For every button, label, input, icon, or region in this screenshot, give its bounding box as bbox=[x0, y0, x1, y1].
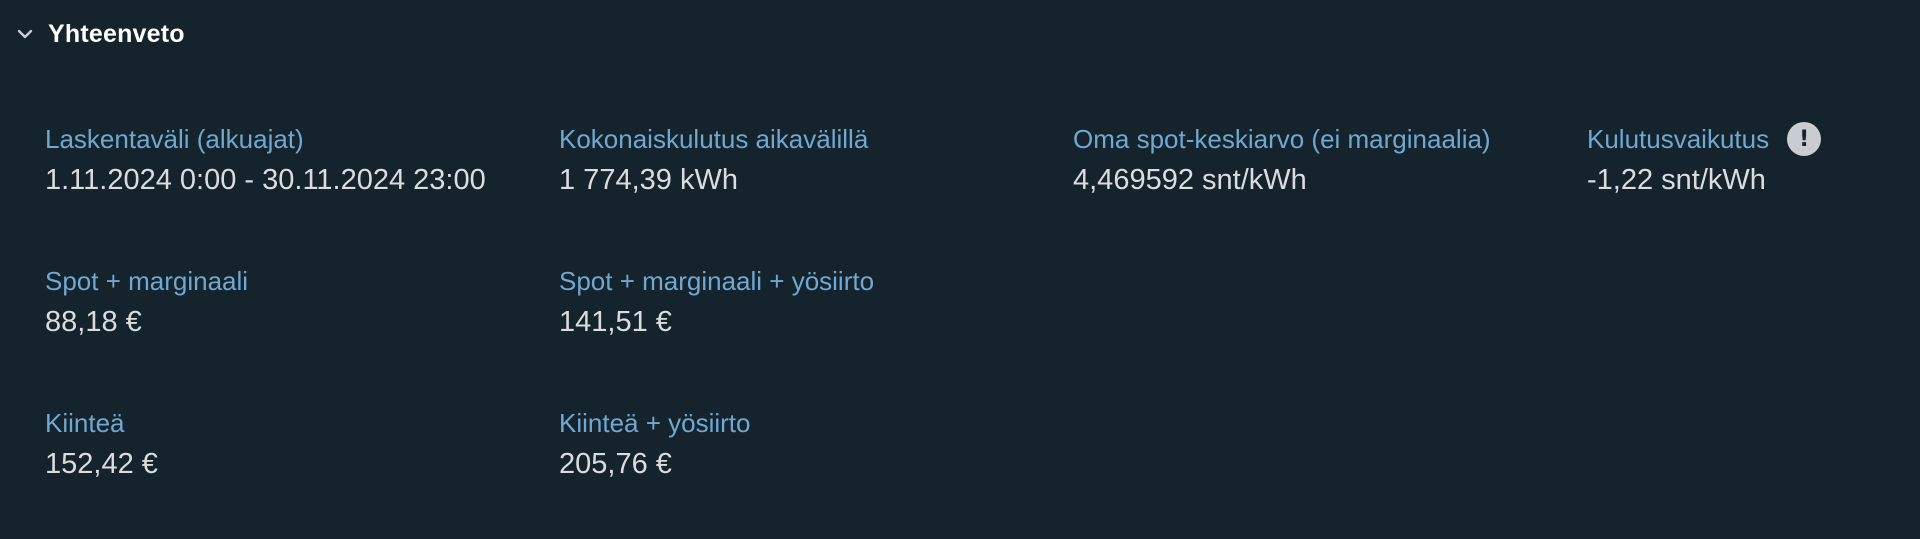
fixed-label: Kiinteä bbox=[45, 408, 125, 438]
summary-grid: Laskentaväli (alkuajat) 1.11.2024 0:00 -… bbox=[45, 120, 1887, 539]
spot-margin-night-value: 141,51 € bbox=[559, 306, 672, 338]
summary-own-spot-average: Oma spot-keskiarvo (ei marginaalia) 4,46… bbox=[1073, 120, 1587, 262]
summary-fixed-night: Kiinteä + yösiirto 205,76 € bbox=[559, 404, 1073, 539]
consumption-effect-label: Kulutusvaikutus bbox=[1587, 124, 1770, 154]
own-spot-average-label: Oma spot-keskiarvo (ei marginaalia) bbox=[1073, 124, 1491, 154]
spot-margin-label: Spot + marginaali bbox=[45, 266, 249, 296]
spot-margin-value: 88,18 € bbox=[45, 306, 142, 338]
spot-margin-night-label: Spot + marginaali + yösiirto bbox=[559, 266, 875, 296]
summary-spot-margin: Spot + marginaali 88,18 € bbox=[45, 262, 559, 404]
fixed-value: 152,42 € bbox=[45, 448, 158, 480]
consumption-effect-value: -1,22 snt/kWh bbox=[1587, 164, 1766, 196]
summary-consumption-effect: Kulutusvaikutus ! -1,22 snt/kWh bbox=[1587, 120, 1887, 262]
section-title: Yhteenveto bbox=[48, 19, 185, 48]
own-spot-average-value: 4,469592 snt/kWh bbox=[1073, 164, 1307, 196]
summary-total-consumption: Kokonaiskulutus aikavälillä 1 774,39 kWh bbox=[559, 120, 1073, 262]
empty-cell bbox=[1587, 262, 1887, 404]
summary-range: Laskentaväli (alkuajat) 1.11.2024 0:00 -… bbox=[45, 120, 559, 262]
fixed-night-value: 205,76 € bbox=[559, 448, 672, 480]
chevron-down-icon bbox=[14, 23, 36, 45]
summary-panel: Yhteenveto Laskentaväli (alkuajat) 1.11.… bbox=[0, 0, 1920, 539]
empty-cell bbox=[1073, 262, 1587, 404]
info-icon[interactable]: ! bbox=[1787, 122, 1822, 156]
range-value: 1.11.2024 0:00 - 30.11.2024 23:00 bbox=[45, 164, 486, 196]
total-consumption-value: 1 774,39 kWh bbox=[559, 164, 738, 196]
summary-fixed: Kiinteä 152,42 € bbox=[45, 404, 559, 539]
section-header-toggle[interactable]: Yhteenveto bbox=[14, 14, 185, 54]
summary-spot-margin-night: Spot + marginaali + yösiirto 141,51 € bbox=[559, 262, 1073, 404]
fixed-night-label: Kiinteä + yösiirto bbox=[559, 408, 751, 438]
range-label: Laskentaväli (alkuajat) bbox=[45, 124, 304, 154]
total-consumption-label: Kokonaiskulutus aikavälillä bbox=[559, 124, 869, 154]
